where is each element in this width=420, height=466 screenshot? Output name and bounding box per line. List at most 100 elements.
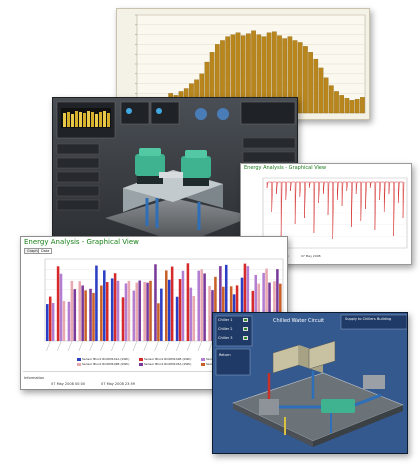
- mini-bar: [63, 113, 66, 127]
- energy-bar: [178, 279, 182, 341]
- x-tick: [67, 340, 73, 352]
- info-label: Information: [24, 376, 45, 380]
- x-tick: [89, 340, 94, 352]
- x-tick: [186, 340, 192, 352]
- histogram-bar: [313, 58, 319, 114]
- legend-swatch: [139, 357, 143, 361]
- mini-bar: [91, 112, 94, 127]
- legend-label: Sensor Block ROOM103A (kWh): [144, 362, 192, 366]
- energy-bar: [103, 270, 106, 341]
- supply-reading-label: Supply to Chillers: [345, 317, 376, 321]
- chiller-2-label: Chiller 2: [218, 327, 233, 331]
- chilled-water-circuit-screenshot: Chilled Water Circuit Chiller 1 Chiller …: [212, 312, 408, 454]
- energy-bar: [200, 269, 203, 341]
- energy-bar: [208, 285, 211, 341]
- chiller-3-status-icon[interactable]: [243, 336, 248, 340]
- energy-bar: [170, 266, 174, 341]
- trend-date-to: 07 May 2008: [301, 254, 321, 258]
- x-tick: [132, 340, 138, 352]
- energy-date-to: 07 May 2008 23:59: [101, 382, 136, 386]
- x-tick: [154, 340, 159, 352]
- mini-bar: [87, 111, 90, 127]
- snowflake-icon: [195, 108, 207, 120]
- energy-bar: [110, 278, 114, 341]
- mini-bar: [99, 112, 102, 127]
- energy-bar: [160, 288, 163, 341]
- circuit-title: Chilled Water Circuit: [273, 318, 325, 324]
- energy-bar: [127, 280, 131, 341]
- energy-bar: [197, 270, 200, 341]
- histogram-bar: [323, 77, 329, 114]
- histogram-bar: [360, 97, 365, 114]
- building-reading-label: Building: [377, 317, 392, 321]
- pump-unit: [321, 399, 355, 413]
- x-tick: [111, 340, 116, 352]
- mini-bar: [107, 113, 110, 127]
- energy-bar: [175, 296, 179, 341]
- x-tick: [57, 340, 62, 352]
- energy-bar: [189, 287, 193, 341]
- energy-bar: [124, 283, 128, 341]
- legend-swatch: [201, 357, 205, 361]
- x-tick: [121, 340, 127, 352]
- chiller-unit-1: [135, 148, 165, 184]
- legend-label: Sensor Block ROOM101B (kWh): [144, 357, 192, 361]
- chiller-3-label: Chiller 3: [218, 336, 233, 340]
- legend-swatch: [201, 362, 205, 366]
- energy-bar: [121, 297, 125, 341]
- x-tick: [165, 340, 170, 352]
- chiller-2-status-icon[interactable]: [243, 327, 248, 331]
- histogram-bar: [334, 91, 339, 114]
- energy-bar: [192, 296, 196, 341]
- mini-bar: [95, 114, 98, 127]
- energy-bar: [167, 279, 171, 341]
- histogram-bar: [318, 67, 324, 114]
- energy-bar: [135, 282, 139, 341]
- histogram-bar: [354, 99, 360, 114]
- energy-bar: [105, 282, 109, 341]
- x-tick: [78, 340, 84, 352]
- legend-item: Sensor Block ROOM103A (kWh): [139, 362, 191, 366]
- energy-date-from: 07 May 2008 00:00: [51, 382, 86, 386]
- mini-bar: [103, 111, 106, 127]
- mini-bar: [79, 112, 82, 127]
- mini-bar: [83, 113, 86, 127]
- drop-icon: [126, 108, 132, 114]
- energy-bar: [48, 296, 52, 341]
- energy-bar: [84, 290, 87, 341]
- legend-swatch: [77, 362, 81, 366]
- chiller-1-label: Chiller 1: [218, 318, 233, 322]
- legend-label: Sensor Block ROOM101A (kWh): [82, 357, 130, 361]
- histogram-bar: [344, 98, 350, 114]
- mini-bar: [75, 111, 78, 127]
- energy-bar: [81, 285, 84, 341]
- energy-bar: [89, 288, 92, 341]
- energy-bar: [157, 303, 160, 341]
- chiller-1-status-icon[interactable]: [243, 318, 248, 322]
- energy-bar: [154, 264, 157, 341]
- histogram-bar: [308, 52, 313, 114]
- legend-swatch: [139, 362, 143, 366]
- energy-bar: [73, 289, 77, 341]
- energy-bar: [203, 273, 206, 341]
- energy-bar: [62, 301, 66, 341]
- histogram-bar: [349, 100, 355, 114]
- energy-bar: [132, 290, 136, 341]
- histogram-bar: [303, 46, 308, 114]
- legend-label: Sensor Block ROOM102B (kWh): [82, 362, 130, 366]
- energy-bar: [165, 270, 168, 341]
- mini-bar: [71, 114, 74, 127]
- energy-bar: [56, 266, 60, 341]
- return-reading-label: Return: [219, 353, 231, 357]
- energy-bar: [59, 273, 63, 341]
- energy-bar: [138, 280, 141, 341]
- mini-bar: [67, 112, 70, 127]
- x-tick: [46, 340, 51, 352]
- energy-bar: [181, 270, 185, 341]
- energy-bar: [46, 304, 49, 341]
- energy-bar: [113, 273, 117, 341]
- histogram-bar: [339, 95, 345, 114]
- legend-item: Sensor Block ROOM102B (kWh): [77, 362, 129, 366]
- legend-item: Sensor Block ROOM101B (kWh): [139, 357, 191, 361]
- energy-bar: [67, 301, 71, 341]
